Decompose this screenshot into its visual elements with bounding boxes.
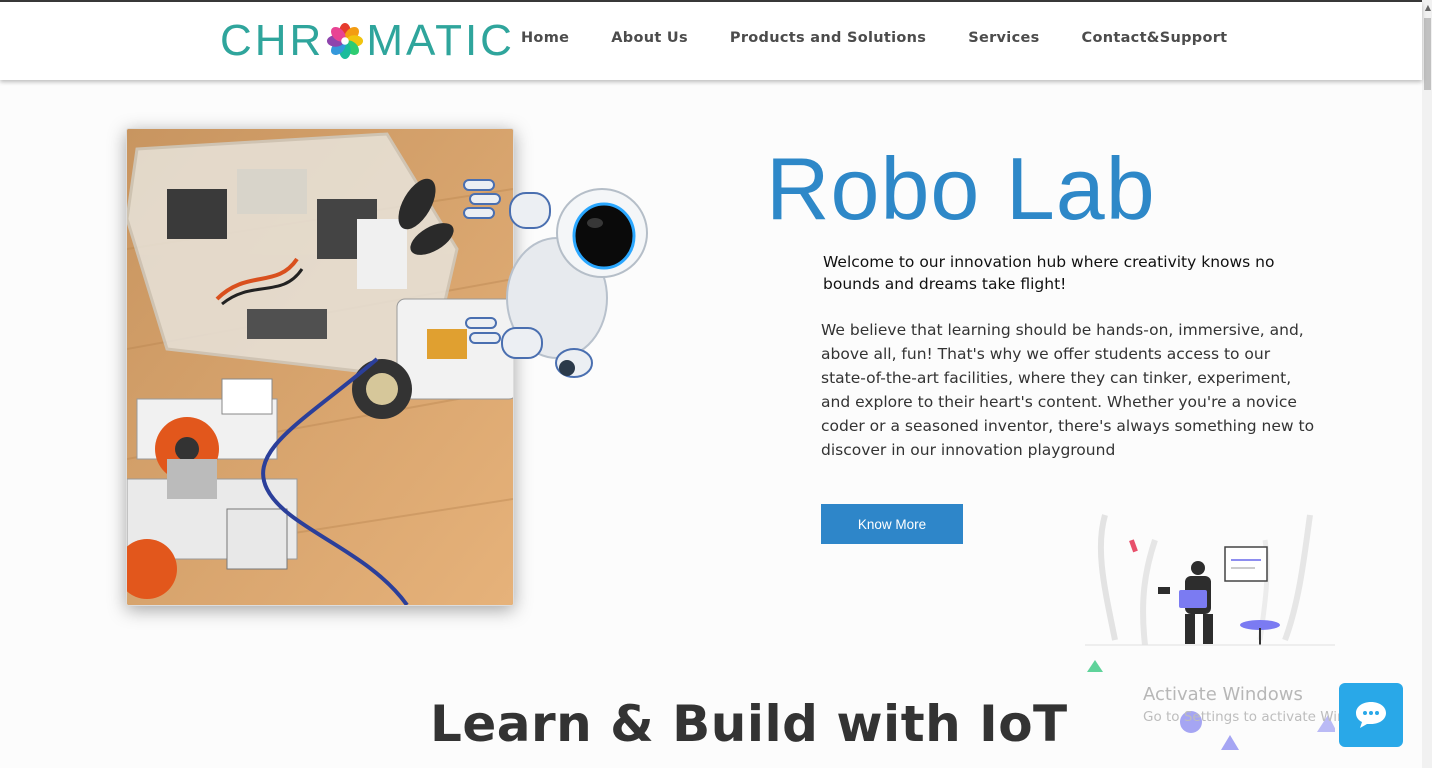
- brand-logo[interactable]: CHR MATIC: [220, 16, 515, 66]
- logo-text-left: CHR: [220, 16, 325, 65]
- scroll-up-arrow-icon[interactable]: ▲: [1425, 3, 1431, 12]
- nav-products-and-solutions[interactable]: Products and Solutions: [730, 30, 926, 46]
- page-scrollbar[interactable]: ▲: [1422, 0, 1432, 768]
- scrollbar-thumb[interactable]: [1424, 18, 1431, 90]
- nav-about-us[interactable]: About Us: [611, 30, 688, 46]
- chat-bubble-icon: [1356, 702, 1386, 728]
- nav-contact-support[interactable]: Contact&Support: [1082, 30, 1228, 46]
- hero-body-text: We believe that learning should be hands…: [821, 321, 1315, 459]
- hero-title: Robo Lab: [766, 139, 1156, 238]
- nav-home[interactable]: Home: [521, 30, 569, 46]
- section-title: Learn & Build with IoT: [430, 695, 1068, 753]
- logo-text-right: MATIC: [366, 16, 515, 65]
- robot-mascot-illustration: [463, 179, 648, 378]
- chat-button[interactable]: [1339, 683, 1403, 747]
- flower-logo-icon: [327, 22, 364, 60]
- robotics-kit-illustration: [127, 129, 513, 605]
- robotics-kit-photo: [126, 128, 514, 606]
- hero-lead-text: Welcome to our innovation hub where crea…: [823, 253, 1275, 293]
- main-nav: Home About Us Products and Solutions Ser…: [507, 30, 1269, 46]
- know-more-button[interactable]: Know More: [821, 504, 963, 544]
- activate-windows-title: Activate Windows: [1143, 684, 1303, 705]
- nav-services[interactable]: Services: [968, 30, 1039, 46]
- site-header: CHR MATIC Home About Us Products and Sol…: [0, 2, 1422, 80]
